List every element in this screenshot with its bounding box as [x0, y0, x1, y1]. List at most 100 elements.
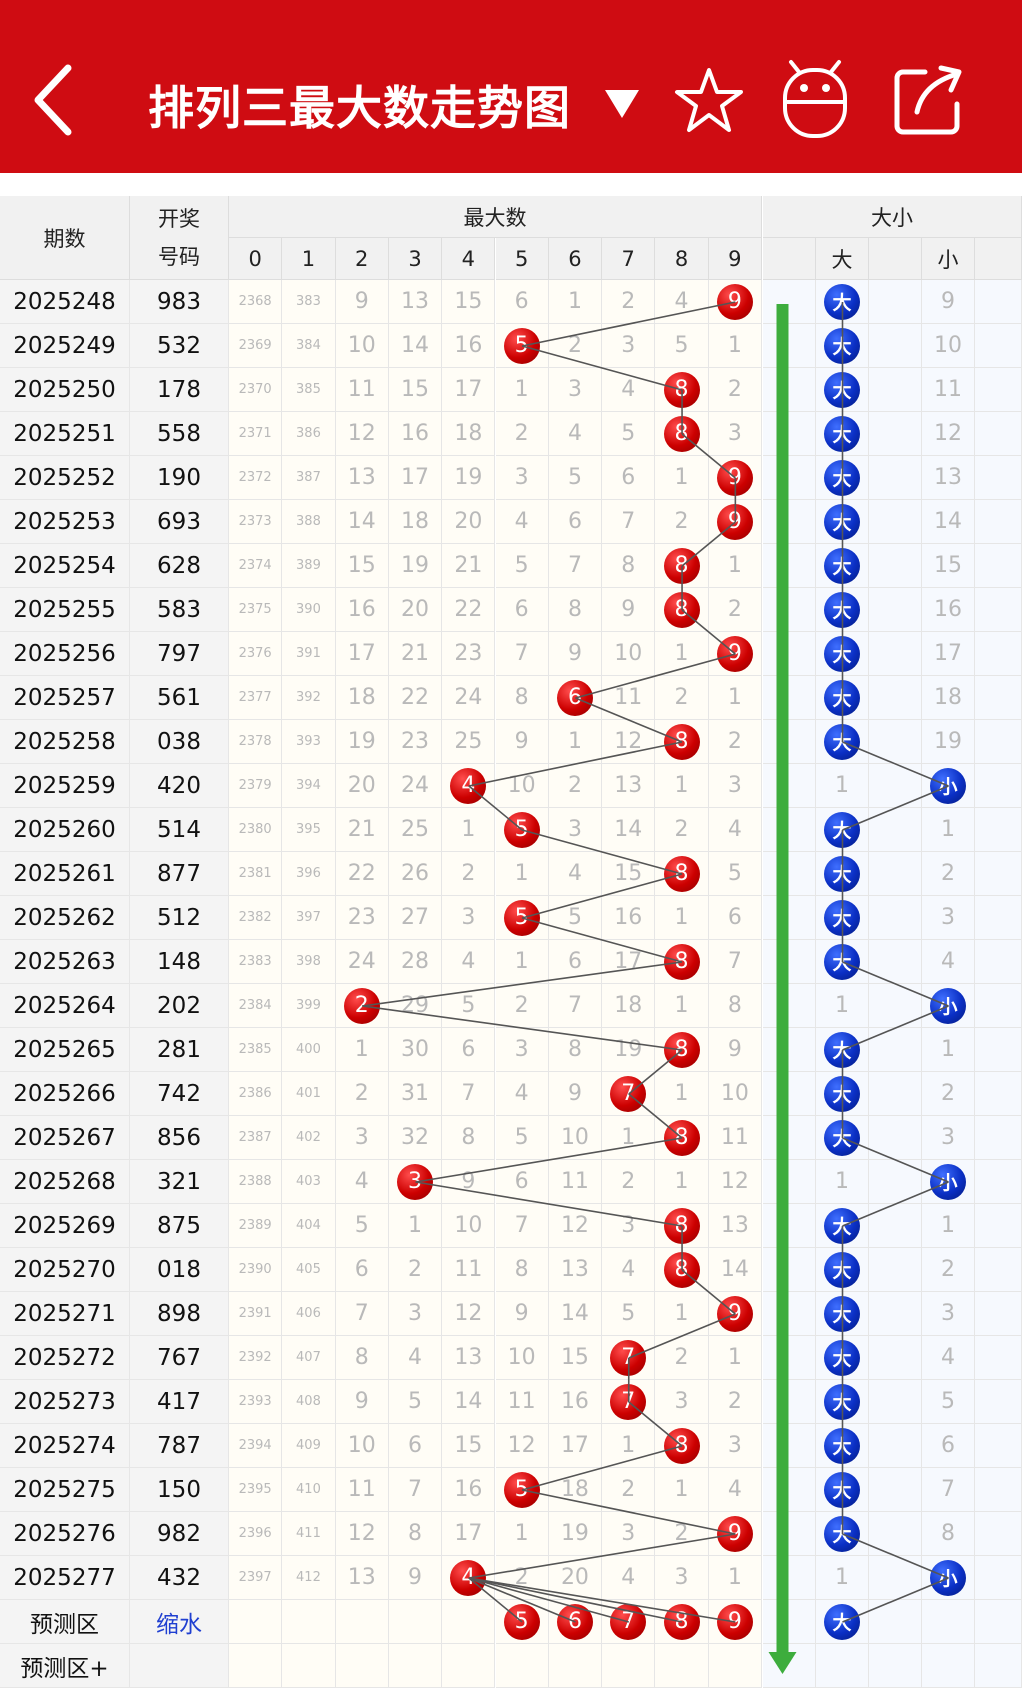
big-cell: 大 [816, 720, 869, 764]
bs-spacer [869, 1644, 922, 1688]
draw-number: 767 [130, 1336, 229, 1380]
big-ball: 大 [824, 899, 860, 936]
big-ball: 大 [824, 943, 860, 980]
bs-spacer [763, 896, 816, 940]
predict-plus-cell[interactable] [229, 1644, 283, 1688]
small-cell: 9 [922, 280, 975, 324]
predict-cell[interactable]: 5 [495, 1600, 549, 1644]
miss-count: 27 [388, 896, 443, 940]
bs-spacer [763, 808, 816, 852]
miss-count: 2378 [229, 720, 283, 764]
miss-count: 2 [708, 1380, 762, 1424]
draw-number: 797 [130, 632, 229, 676]
big-cell: 大 [816, 368, 869, 412]
miss-count: 2376 [229, 632, 283, 676]
hit-cell: 9 [708, 632, 762, 676]
bs-spacer [975, 764, 1022, 808]
miss-count: 2383 [229, 940, 283, 984]
miss-count: 10 [495, 1336, 549, 1380]
predict-cell[interactable]: 9 [708, 1600, 762, 1644]
miss-count: 406 [282, 1292, 336, 1336]
predict-cell[interactable] [388, 1600, 443, 1644]
small-cell: 2 [922, 1248, 975, 1292]
draw-number: 190 [130, 456, 229, 500]
miss-count: 18 [602, 984, 656, 1028]
predict-cell[interactable] [282, 1600, 336, 1644]
favorite-button[interactable] [664, 55, 754, 145]
miss-count: 2379 [229, 764, 283, 808]
red-ball: 7 [610, 1339, 647, 1376]
predict-plus-cell[interactable] [442, 1644, 496, 1688]
miss-count: 11 [335, 1468, 389, 1512]
predict-cell[interactable]: 6 [548, 1600, 603, 1644]
predict-plus-cell[interactable] [708, 1644, 762, 1688]
big-ball: 大 [824, 547, 860, 584]
miss-count: 2370 [229, 368, 283, 412]
miss-count: 11 [495, 1380, 549, 1424]
bs-spacer [763, 1468, 816, 1512]
miss-count: 8 [602, 544, 656, 588]
back-button[interactable] [10, 55, 100, 145]
red-ball: 9 [716, 635, 753, 672]
hit-cell: 8 [655, 1116, 709, 1160]
miss-count: 17 [548, 1424, 603, 1468]
miss-count: 9 [495, 720, 549, 764]
miss-count: 13 [335, 456, 389, 500]
miss-count: 1 [495, 940, 549, 984]
predict-cell[interactable] [335, 1600, 389, 1644]
issue-number: 2025256 [0, 632, 130, 676]
draw-number: 875 [130, 1204, 229, 1248]
predict-shrink-link[interactable]: 缩水 [130, 1600, 229, 1644]
predict-cell[interactable] [442, 1600, 496, 1644]
miss-count: 9 [388, 1556, 443, 1600]
predict-cell[interactable]: 7 [602, 1600, 656, 1644]
small-cell: 4 [922, 1336, 975, 1380]
bs-spacer [869, 1424, 922, 1468]
robot-button[interactable] [770, 55, 860, 145]
miss-count: 1 [708, 1556, 762, 1600]
bs-spacer [763, 1600, 816, 1644]
red-ball: 9 [716, 459, 753, 496]
miss-count: 8 [708, 984, 762, 1028]
predict-plus-cell[interactable] [335, 1644, 389, 1688]
miss-count: 18 [548, 1468, 603, 1512]
miss-count: 3 [388, 1292, 443, 1336]
bs-spacer [869, 412, 922, 456]
draw-number: 018 [130, 1248, 229, 1292]
issue-number: 2025265 [0, 1028, 130, 1072]
issue-number: 2025255 [0, 588, 130, 632]
predict-plus-cell[interactable] [602, 1644, 656, 1688]
small-cell: 2 [922, 1072, 975, 1116]
predict-big-cell[interactable]: 大 [816, 1600, 869, 1644]
bs-spacer [763, 676, 816, 720]
miss-count: 2 [388, 1248, 443, 1292]
big-ball: 大 [824, 371, 860, 408]
draw-number: 420 [130, 764, 229, 808]
miss-count: 1 [655, 632, 709, 676]
miss-count: 2 [548, 764, 603, 808]
miss-count: 6 [495, 280, 549, 324]
miss-count: 14 [335, 500, 389, 544]
draw-number: 532 [130, 324, 229, 368]
share-button[interactable] [884, 55, 974, 145]
issue-number: 2025277 [0, 1556, 130, 1600]
hit-cell: 8 [655, 1204, 709, 1248]
big-ball: 大 [824, 811, 860, 848]
miss-count: 10 [442, 1204, 496, 1248]
predict-plus-cell[interactable] [655, 1644, 709, 1688]
miss-count: 19 [388, 544, 443, 588]
predict-plus-cell[interactable] [548, 1644, 603, 1688]
miss-count: 20 [335, 764, 389, 808]
miss-count: 386 [282, 412, 336, 456]
miss-count: 13 [388, 280, 443, 324]
predict-plus-cell[interactable] [495, 1644, 549, 1688]
page-title[interactable]: 排列三最大数走势图 [148, 72, 642, 138]
predict-plus-cell[interactable] [388, 1644, 443, 1688]
miss-count: 20 [388, 588, 443, 632]
predict-cell[interactable]: 8 [655, 1600, 709, 1644]
predict-cell[interactable] [229, 1600, 283, 1644]
bs-spacer [869, 852, 922, 896]
predict-plus-cell[interactable] [282, 1644, 336, 1688]
miss-count: 1 [655, 984, 709, 1028]
miss-count: 1 [655, 456, 709, 500]
